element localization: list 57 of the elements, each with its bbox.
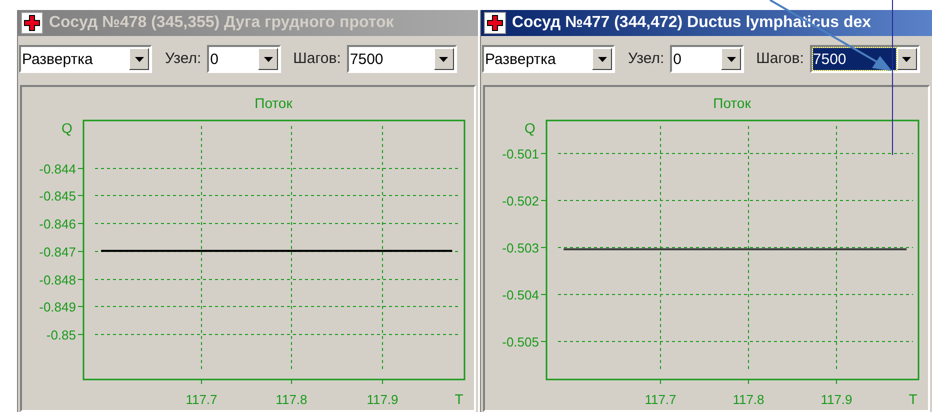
axis-tick-label: -0.847 xyxy=(39,244,76,260)
field-label: Шагов: xyxy=(293,48,341,69)
axis-tick-label: -0.503 xyxy=(502,240,539,256)
field-label: Узел: xyxy=(165,48,202,69)
chart-title: Поток xyxy=(713,95,751,111)
axis-label: Q xyxy=(62,120,72,136)
window-menu-button[interactable] xyxy=(21,12,43,34)
dropdown-value: 0 xyxy=(673,50,683,70)
window-menu-button[interactable] xyxy=(484,12,506,34)
axis-tick-label: 117.7 xyxy=(186,392,218,407)
caret-icon xyxy=(726,56,736,62)
dropdown[interactable]: 0 xyxy=(207,45,282,73)
caret-icon xyxy=(902,56,912,62)
axis-tick-label: 117.8 xyxy=(732,392,764,407)
field-label: Шагов: xyxy=(756,48,804,69)
dropdown-button[interactable] xyxy=(592,48,612,70)
dropdown-button[interactable] xyxy=(258,48,278,70)
axis-tick-label: -0.848 xyxy=(39,272,76,288)
dropdown-button[interactable] xyxy=(434,48,454,70)
dropdown-value: Развертка xyxy=(485,50,557,70)
axis-tick-label: -0.501 xyxy=(502,146,539,162)
dropdown[interactable]: 7500 xyxy=(346,45,457,73)
axis-tick-label: -0.846 xyxy=(39,216,76,232)
axis-label: Q xyxy=(524,120,536,136)
dropdown-button[interactable] xyxy=(129,48,149,70)
dropdown-value: 0 xyxy=(210,50,220,70)
cross-icon xyxy=(24,15,40,31)
axis-tick-label: -0.85 xyxy=(46,328,76,342)
axis-tick-label: 117.9 xyxy=(366,392,398,407)
field-label: Узел: xyxy=(628,48,664,69)
caret-icon xyxy=(264,56,273,62)
axis-tick-label: -0.504 xyxy=(502,288,539,302)
dropdown-button[interactable] xyxy=(896,48,917,70)
axis-tick-label: -0.849 xyxy=(39,300,76,314)
dropdown-value: 7500 xyxy=(350,50,384,70)
axis-tick-label: 117.8 xyxy=(276,392,308,407)
dropdown-button[interactable] xyxy=(721,48,742,70)
cross-icon xyxy=(487,15,503,31)
window-title: Сосуд №478 (345,355) Дуга грудного проток xyxy=(49,13,394,33)
caret-icon xyxy=(598,56,606,62)
axis-tick-label: -0.505 xyxy=(502,334,539,350)
caret-icon xyxy=(439,56,448,62)
dropdown[interactable]: 0 xyxy=(670,45,744,73)
dropdown[interactable]: Развертка xyxy=(19,45,152,73)
window-title: Сосуд №477 (344,472) Ductus lymphaticus dex xyxy=(512,13,872,33)
axis-label: T xyxy=(908,391,918,407)
chart-title: Поток xyxy=(254,95,292,111)
dropdown-value: Развертка xyxy=(22,50,94,70)
axis-tick-label: -0.845 xyxy=(39,188,76,204)
axis-tick-label: 117.7 xyxy=(644,392,676,407)
dropdown[interactable]: 7500 xyxy=(810,45,920,73)
caret-icon xyxy=(134,56,144,62)
dropdown[interactable]: Развертка xyxy=(482,45,615,73)
axis-tick-label: -0.844 xyxy=(39,162,76,176)
axis-tick-label: 117.9 xyxy=(820,392,852,407)
axis-tick-label: -0.502 xyxy=(502,194,539,208)
axis-label: T xyxy=(454,391,464,407)
